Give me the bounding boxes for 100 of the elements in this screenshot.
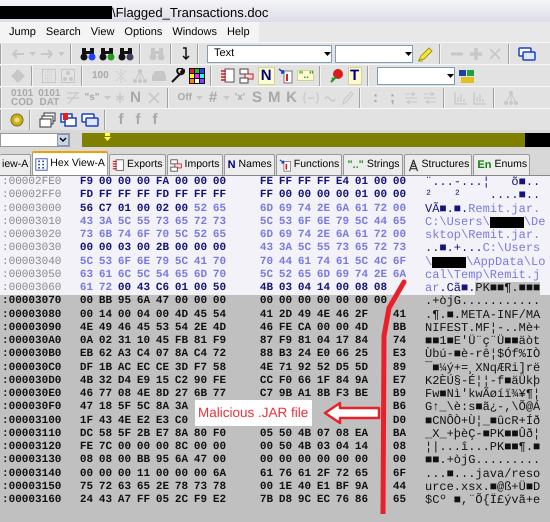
hex-byte: 61 xyxy=(78,282,94,296)
hex-byte: 4D xyxy=(174,308,190,322)
hex-byte: 08 xyxy=(98,454,114,468)
hex-byte: A3 xyxy=(116,348,132,362)
address-text: :000030D0 xyxy=(1,374,62,388)
menu-item[interactable]: Windows xyxy=(167,25,222,39)
navigation-band-end xyxy=(525,133,550,147)
xrefs-icon[interactable] xyxy=(238,68,255,84)
hex-byte: 71 xyxy=(278,362,294,375)
hex-byte: 5C xyxy=(78,256,94,269)
gear-icon[interactable] xyxy=(10,112,24,128)
down-arrow-icon[interactable] xyxy=(180,46,192,62)
hex-byte: 69 xyxy=(278,202,294,216)
toolbar-glyph[interactable]: N xyxy=(258,66,275,84)
hex-byte: 6F xyxy=(296,216,312,229)
structure-icon[interactable] xyxy=(458,68,476,84)
position-marker-icon xyxy=(104,133,111,141)
hex-byte: 04 xyxy=(136,308,152,322)
hex-byte: 61 xyxy=(98,268,114,282)
menu-item[interactable]: Search xyxy=(40,25,86,39)
hex-byte: C2 xyxy=(174,374,190,388)
menu-item[interactable]: Options xyxy=(119,25,168,39)
hex-byte: 00 xyxy=(154,468,170,481)
ascii-text: $Cº ■,¨Õ{Ï£ývã+e xyxy=(425,494,540,508)
window-title: \Flagged_Transactions.doc xyxy=(112,5,268,21)
binoculars-icon[interactable] xyxy=(80,46,96,62)
dropdown-field[interactable] xyxy=(376,66,455,84)
address-text: :00002FE0 xyxy=(1,176,62,190)
hex-byte: 50 xyxy=(278,441,294,454)
hex-byte: 00 xyxy=(316,454,332,468)
segments-icon[interactable] xyxy=(220,68,236,84)
hex-byte: 2D xyxy=(278,308,294,322)
hex-byte: E4 xyxy=(334,176,350,190)
ascii-text: ■■.+òjG......... xyxy=(425,454,540,468)
hex-byte: 6B xyxy=(98,229,114,242)
wrench-icon[interactable] xyxy=(170,68,186,84)
ascii-text: .¶.■.META-INF/MA xyxy=(425,308,540,322)
menu-item[interactable]: Jump xyxy=(4,25,41,39)
hex-byte: 1B xyxy=(98,362,114,375)
hex-byte: 86 xyxy=(354,494,370,508)
hex-byte: 74 xyxy=(392,335,408,348)
windows-icon[interactable] xyxy=(518,46,536,62)
flower-icon[interactable] xyxy=(328,68,345,84)
function-icon[interactable] xyxy=(278,68,294,84)
ascii-text: VÃ■.■. xyxy=(425,202,468,216)
caret-icon xyxy=(324,52,331,56)
tab[interactable]: Exports xyxy=(108,154,166,175)
hex-byte: 00 xyxy=(354,295,370,308)
tab[interactable]: iew-A xyxy=(0,154,32,175)
navigation-band[interactable] xyxy=(82,133,525,147)
hex-byte: 72 xyxy=(372,202,388,216)
address-text: :00003120 xyxy=(1,441,62,454)
tab[interactable]: ".." Strings xyxy=(343,154,403,175)
binoculars-icon[interactable] xyxy=(99,46,115,62)
hex-byte: 00 xyxy=(392,176,408,190)
ascii-text: Ùbú-■è-rê¦$Óf%IÒ xyxy=(425,348,540,362)
hex-byte: 52 xyxy=(278,268,294,282)
color-grid-icon[interactable] xyxy=(188,68,205,84)
dropdown-field[interactable] xyxy=(0,133,70,147)
hex-byte: 95 xyxy=(116,295,132,308)
hex-byte: 00 xyxy=(212,295,228,308)
dropdown-field[interactable] xyxy=(335,44,413,62)
redaction-bar xyxy=(432,256,466,268)
hex-byte: 49 xyxy=(98,322,114,335)
hex-byte: FE xyxy=(258,176,274,190)
hex-byte: FF xyxy=(296,176,312,190)
hex-byte: 00 xyxy=(174,176,190,190)
tab[interactable]: Structures xyxy=(404,154,472,175)
hex-byte: 00 xyxy=(136,176,152,190)
hex-byte: DC xyxy=(78,428,94,441)
hex-byte: B6 xyxy=(392,401,408,414)
address-text: :00003140 xyxy=(1,468,62,481)
function-icon xyxy=(278,158,292,172)
binoculars-icon[interactable] xyxy=(118,46,134,62)
ascii-text: \AppData\Lo xyxy=(466,256,546,269)
hex-byte: 6F xyxy=(392,468,408,481)
menu-item[interactable]: Help xyxy=(222,25,255,39)
highlighter-icon[interactable] xyxy=(416,46,434,62)
windows-icon[interactable] xyxy=(81,112,99,128)
hex-byte: 00 xyxy=(258,480,274,494)
hex-byte: 65 xyxy=(354,468,370,481)
hex-byte: 65 xyxy=(392,216,408,229)
dropdown-field[interactable]: Text xyxy=(207,44,332,62)
menu-item[interactable]: View xyxy=(86,25,120,39)
tab[interactable]: Imports xyxy=(166,154,223,175)
tab[interactable]: Hex View-A xyxy=(32,151,108,175)
windows-icon[interactable] xyxy=(39,112,57,128)
hex-byte: 32 xyxy=(98,374,114,388)
toolbar-glyph[interactable]: T xyxy=(348,66,362,84)
hex-byte: 50 xyxy=(278,428,294,441)
tab[interactable]: N Names xyxy=(224,154,275,175)
hex-byte: 18 xyxy=(98,401,114,414)
tab[interactable]: Functions xyxy=(276,154,342,175)
hex-byte: FA xyxy=(154,176,170,190)
hex-byte: 76 xyxy=(278,468,294,481)
windows-icon[interactable] xyxy=(60,112,78,128)
hex-byte: 00 xyxy=(316,322,332,335)
hex-byte: 44 xyxy=(278,256,294,269)
tab[interactable]: En Enums xyxy=(473,154,530,175)
hex-byte: 73 xyxy=(212,216,228,229)
